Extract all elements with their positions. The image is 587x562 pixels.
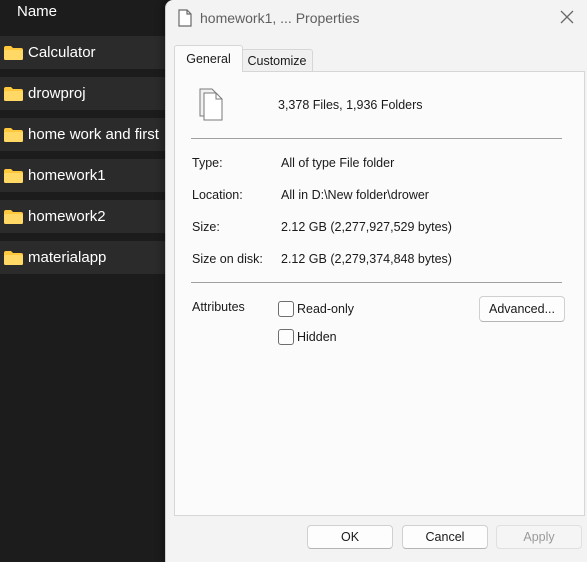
folder-icon: [4, 45, 23, 60]
folder-icon: [4, 127, 23, 142]
attributes-label: Attributes: [192, 300, 245, 314]
read-only-label[interactable]: Read-only: [297, 302, 354, 316]
folder-row-drowproj[interactable]: drowproj: [0, 77, 170, 110]
read-only-checkbox[interactable]: [278, 301, 294, 317]
close-icon: [560, 10, 574, 29]
properties-dialog: homework1, ... Properties General Custom…: [165, 0, 587, 562]
folder-row-homework2[interactable]: homework2: [0, 200, 170, 233]
folder-name: Calculator: [28, 44, 96, 61]
location-value: All in D:\New folder\drower: [281, 188, 429, 202]
folder-icon: [4, 168, 23, 183]
tab-customize[interactable]: Customize: [241, 49, 313, 72]
location-label: Location:: [192, 188, 243, 202]
folder-name: homework1: [28, 167, 106, 184]
folder-icon: [4, 209, 23, 224]
folder-row-home-work-and-first[interactable]: home work and first: [0, 118, 170, 151]
multiple-files-icon: [197, 86, 227, 129]
cancel-button[interactable]: Cancel: [402, 525, 488, 549]
file-explorer-list: Name Calculator drowproj home work and f…: [0, 0, 170, 562]
size-label: Size:: [192, 220, 220, 234]
folder-name: materialapp: [28, 249, 107, 266]
size-on-disk-label: Size on disk:: [192, 252, 263, 266]
folder-name: homework2: [28, 208, 106, 225]
size-value: 2.12 GB (2,277,927,529 bytes): [281, 220, 452, 234]
folder-icon: [4, 250, 23, 265]
apply-button[interactable]: Apply: [496, 525, 582, 549]
tab-general[interactable]: General: [174, 45, 243, 72]
folder-name: home work and first: [28, 126, 159, 143]
folder-row-materialapp[interactable]: materialapp: [0, 241, 170, 274]
name-column-header[interactable]: Name: [17, 3, 57, 20]
advanced-button[interactable]: Advanced...: [479, 296, 565, 322]
general-tab-panel: 3,378 Files, 1,936 Folders Type: All of …: [174, 71, 585, 516]
folder-row-calculator[interactable]: Calculator: [0, 36, 170, 69]
ok-button[interactable]: OK: [307, 525, 393, 549]
files-folders-count: 3,378 Files, 1,936 Folders: [278, 98, 423, 112]
dialog-title: homework1, ... Properties: [200, 10, 360, 26]
size-on-disk-value: 2.12 GB (2,279,374,848 bytes): [281, 252, 452, 266]
document-icon: [177, 9, 193, 32]
folder-row-homework1[interactable]: homework1: [0, 159, 170, 192]
folder-name: drowproj: [28, 85, 86, 102]
type-label: Type:: [192, 156, 223, 170]
hidden-label[interactable]: Hidden: [297, 330, 337, 344]
separator: [191, 282, 562, 283]
separator: [191, 138, 562, 139]
type-value: All of type File folder: [281, 156, 395, 170]
hidden-checkbox[interactable]: [278, 329, 294, 345]
folder-icon: [4, 86, 23, 101]
close-button[interactable]: [554, 6, 580, 32]
